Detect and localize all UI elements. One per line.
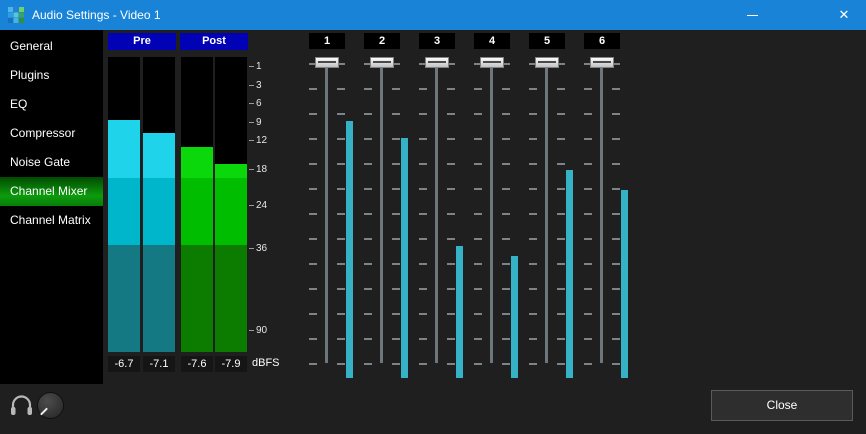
fader-track[interactable] (545, 62, 548, 363)
titlebar: Audio Settings - Video 1 ✕ (0, 0, 866, 30)
fader-thumb[interactable] (315, 57, 339, 68)
scale-tick (249, 205, 254, 206)
scale-tick (249, 85, 254, 86)
meter-unfilled-area (215, 57, 247, 164)
post-meter-right (215, 57, 247, 352)
knob-indicator (40, 408, 48, 416)
sidebar-item-general[interactable]: General (0, 32, 103, 61)
fader-ticks-right (447, 63, 455, 368)
channel-meter (566, 170, 573, 378)
sidebar-item-eq[interactable]: EQ (0, 90, 103, 119)
fader-thumb[interactable] (370, 57, 394, 68)
fader-ticks-left (419, 63, 427, 368)
pre-left-readout: -6.7 (108, 356, 140, 372)
dbfs-unit-label: dBFS (252, 357, 280, 369)
sidebar: GeneralPluginsEQCompressorNoise GateChan… (0, 30, 103, 384)
audio-settings-window: Audio Settings - Video 1 ✕ GeneralPlugin… (0, 0, 866, 434)
meter-unfilled-area (181, 57, 213, 147)
post-meter-left (181, 57, 213, 352)
sidebar-item-plugins[interactable]: Plugins (0, 61, 103, 90)
fader-ticks-right (557, 63, 565, 368)
scale-tick (249, 248, 254, 249)
scale-tick (249, 122, 254, 123)
fader-ticks-left (529, 63, 537, 368)
fader-ticks-left (309, 63, 317, 368)
pre-meter-header: Pre (108, 33, 176, 50)
channel-strip-4: 4 (465, 33, 519, 385)
channel-number: 3 (419, 33, 455, 49)
sidebar-item-compressor[interactable]: Compressor (0, 119, 103, 148)
scale-tick (249, 103, 254, 104)
scale-tick (249, 169, 254, 170)
meter-scale-label: 36 (249, 243, 267, 254)
fader-thumb[interactable] (480, 57, 504, 68)
minimize-icon (747, 15, 758, 16)
fader-ticks-left (364, 63, 372, 368)
fader-thumb[interactable] (425, 57, 449, 68)
fader-ticks-right (392, 63, 400, 368)
meter-scale-label: 3 (249, 80, 262, 91)
sidebar-item-noise-gate[interactable]: Noise Gate (0, 148, 103, 177)
meter-unfilled-area (108, 57, 140, 120)
meter-scale-label: 12 (249, 135, 267, 146)
headphones-icon (9, 394, 35, 418)
channel-strip-5: 5 (520, 33, 574, 385)
fader-track[interactable] (490, 62, 493, 363)
close-icon: ✕ (839, 7, 850, 23)
channel-number: 2 (364, 33, 400, 49)
post-meter-header: Post (180, 33, 248, 50)
post-left-readout: -7.6 (181, 356, 213, 372)
fader-ticks-left (584, 63, 592, 368)
pre-meter-right (143, 57, 175, 352)
app-icon (8, 7, 24, 23)
close-window-button[interactable]: ✕ (822, 0, 866, 30)
channel-strip-2: 2 (355, 33, 409, 385)
meter-scale-label: 1 (249, 61, 262, 72)
channel-strip-6: 6 (575, 33, 629, 385)
window-title: Audio Settings - Video 1 (32, 8, 161, 22)
pre-meter-left (108, 57, 140, 352)
post-right-readout: -7.9 (215, 356, 247, 372)
channel-number: 5 (529, 33, 565, 49)
close-button[interactable]: Close (711, 390, 853, 421)
channel-number: 6 (584, 33, 620, 49)
fader-thumb[interactable] (590, 57, 614, 68)
meter-scale-label: 18 (249, 164, 267, 175)
fader-track[interactable] (325, 62, 328, 363)
fader-ticks-right (337, 63, 345, 368)
sidebar-item-channel-matrix[interactable]: Channel Matrix (0, 206, 103, 235)
headphone-volume-knob[interactable] (37, 392, 64, 419)
minimize-button[interactable] (730, 0, 774, 30)
fader-ticks-right (612, 63, 620, 368)
headphones-button[interactable] (9, 394, 35, 418)
meter-unfilled-area (143, 57, 175, 133)
fader-track[interactable] (435, 62, 438, 363)
channel-meter (401, 138, 408, 378)
fader-ticks-right (502, 63, 510, 368)
fader-ticks-left (474, 63, 482, 368)
scale-tick (249, 66, 254, 67)
fader-thumb[interactable] (535, 57, 559, 68)
meter-scale-label: 9 (249, 117, 262, 128)
channel-number: 4 (474, 33, 510, 49)
meter-scale-label: 24 (249, 200, 267, 211)
channel-meter (621, 190, 628, 378)
channel-number: 1 (309, 33, 345, 49)
scale-tick (249, 330, 254, 331)
channel-strip-3: 3 (410, 33, 464, 385)
meter-scale-label: 6 (249, 98, 262, 109)
channel-strip-1: 1 (300, 33, 354, 385)
channel-meter (511, 256, 518, 378)
channel-meter (346, 121, 353, 378)
scale-tick (249, 140, 254, 141)
pre-right-readout: -7.1 (143, 356, 175, 372)
channel-meter (456, 246, 463, 378)
sidebar-item-channel-mixer[interactable]: Channel Mixer (0, 177, 103, 206)
fader-track[interactable] (600, 62, 603, 363)
meter-scale-label: 90 (249, 325, 267, 336)
fader-track[interactable] (380, 62, 383, 363)
